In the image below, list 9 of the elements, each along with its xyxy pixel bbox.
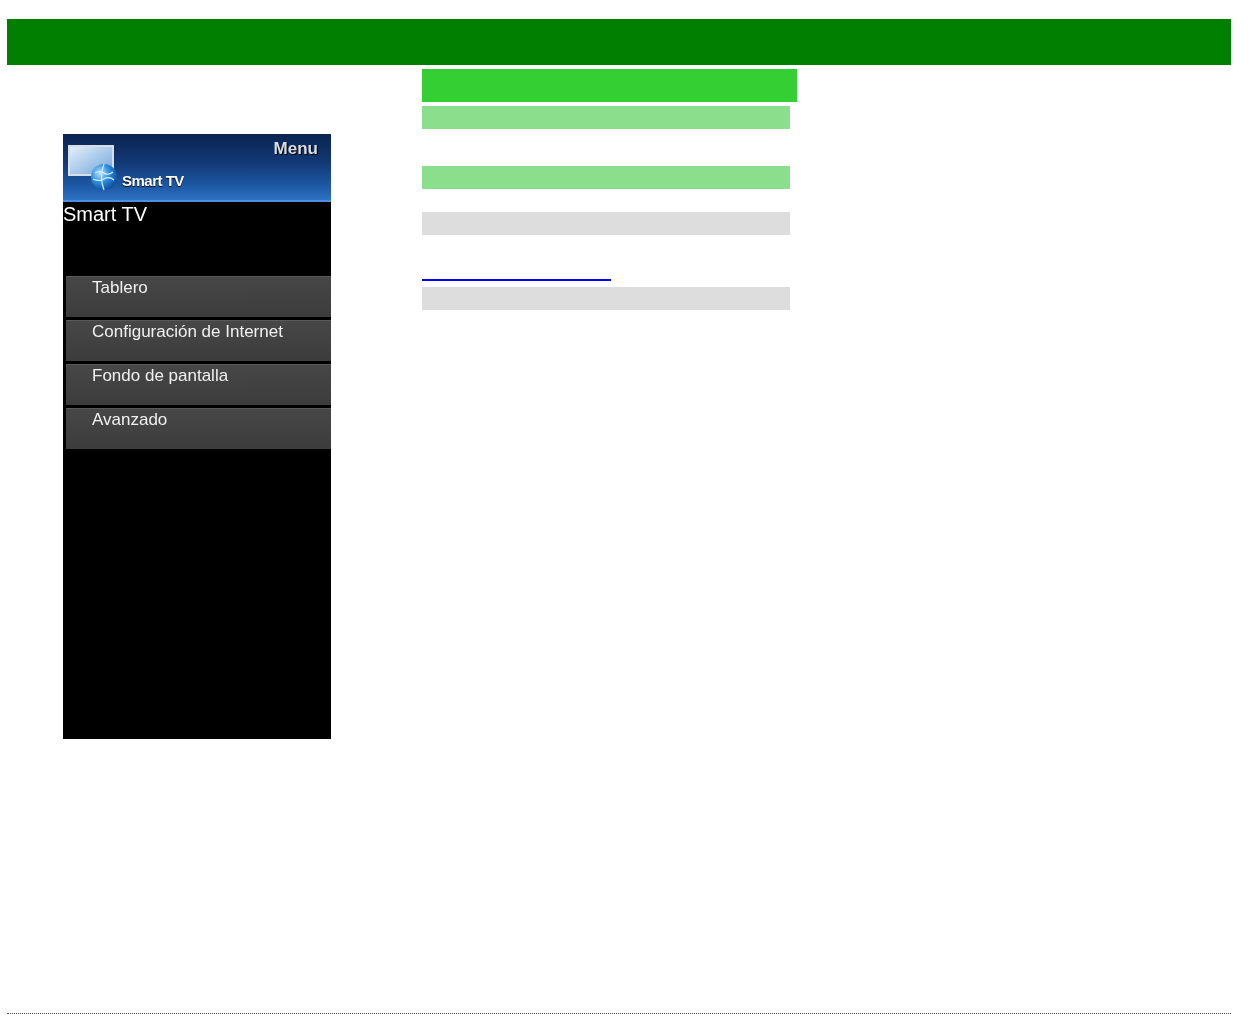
menu-item[interactable]: Avanzado xyxy=(66,408,331,449)
menu-item[interactable]: Configuración de Internet xyxy=(66,320,331,361)
menu-title: Smart TV xyxy=(63,203,148,225)
menu-label: Menu xyxy=(273,139,318,159)
menu-item[interactable]: Fondo de pantalla xyxy=(66,364,331,405)
link-underline[interactable] xyxy=(422,279,611,281)
tv-globe-icon xyxy=(68,145,118,191)
app-label: Smart TV xyxy=(122,172,184,190)
menu-item[interactable]: Tablero xyxy=(66,276,331,317)
